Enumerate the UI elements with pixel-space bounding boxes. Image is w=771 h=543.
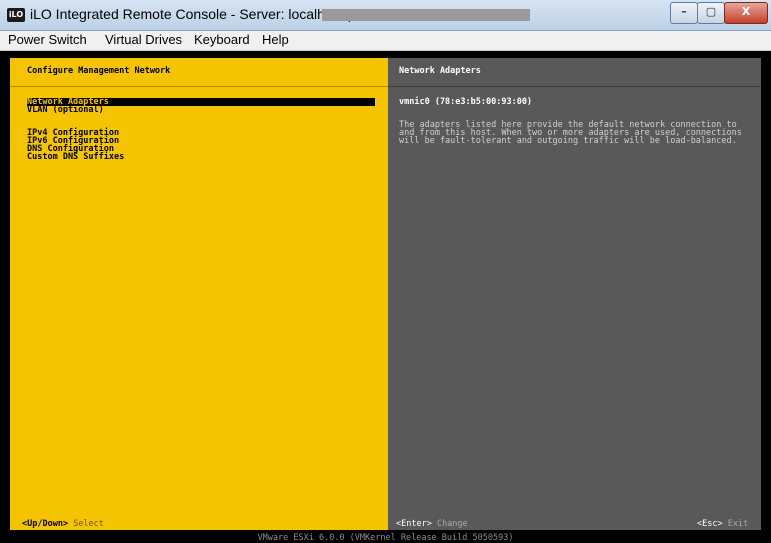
menu-help[interactable]: Help [262, 32, 289, 47]
menu-virtual-drives[interactable]: Virtual Drives [105, 32, 182, 47]
remote-console-screen[interactable]: Configure Management Network Network Ada… [0, 53, 771, 542]
ilo-logo: iLO [7, 8, 25, 22]
exit-hint: <Esc> Exit [697, 519, 749, 529]
esc-key: <Esc> [697, 519, 723, 529]
redacted-server-name [322, 9, 530, 21]
menu-power-switch[interactable]: Power Switch [8, 32, 87, 47]
window-title-bar: iLO iLO Integrated Remote Console - Serv… [0, 0, 771, 31]
select-action: Select [73, 519, 104, 529]
window-title: iLO Integrated Remote Console - Server: … [30, 6, 352, 22]
menu-custom-dns-suffixes[interactable]: Custom DNS Suffixes [27, 153, 124, 162]
menu-bar: Power Switch Virtual Drives Keyboard Hel… [0, 31, 771, 51]
menu-vlan[interactable]: VLAN (optional) [27, 106, 104, 115]
enter-key: <Enter> [396, 519, 432, 529]
minimize-button[interactable]: – [670, 2, 698, 24]
right-panel-header: Network Adapters [388, 58, 761, 87]
configure-network-panel: Configure Management Network Network Ada… [10, 58, 388, 530]
close-button[interactable]: X [724, 2, 768, 24]
menu-keyboard[interactable]: Keyboard [194, 32, 250, 47]
left-panel-title: Configure Management Network [27, 66, 171, 76]
select-hint: <Up/Down> Select [22, 519, 104, 529]
maximize-button[interactable]: ▢ [697, 2, 725, 24]
left-panel-header: Configure Management Network [10, 58, 388, 87]
right-panel-title: Network Adapters [399, 66, 481, 76]
adapter-description: The adapters listed here provide the def… [399, 120, 742, 146]
nic-info: vmnic0 (78:e3:b5:00:93:00) [399, 97, 533, 107]
change-hint: <Enter> Change [396, 519, 468, 529]
network-adapters-info-panel: Network Adapters vmnic0 (78:e3:b5:00:93:… [388, 58, 761, 530]
exit-action: Exit [727, 519, 749, 529]
change-action: Change [436, 519, 468, 529]
up-down-key: <Up/Down> [22, 519, 69, 529]
